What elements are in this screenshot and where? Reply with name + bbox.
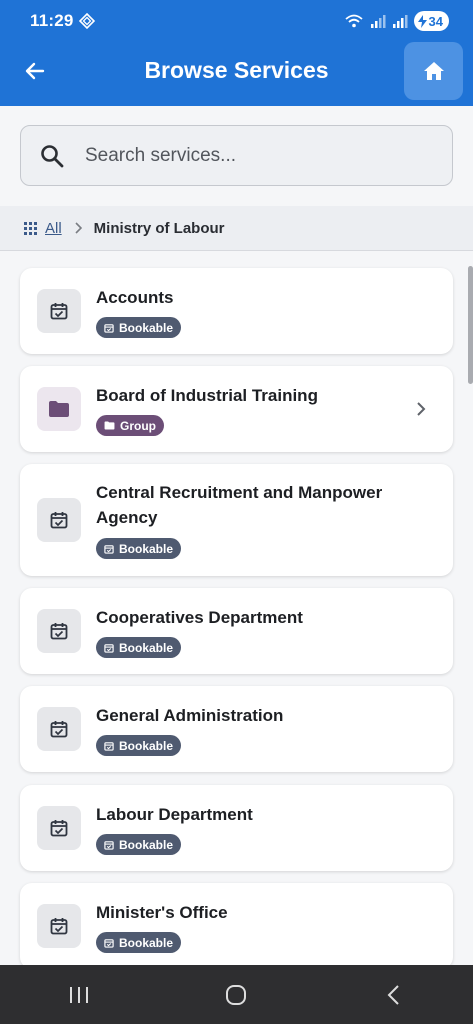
calendar-check-icon (37, 498, 81, 542)
calendar-check-icon (37, 806, 81, 850)
bookable-badge: Bookable (96, 735, 182, 756)
app-bar: 11:29 34 Browse Services (0, 0, 473, 106)
grid-icon (24, 221, 37, 235)
home-button[interactable] (404, 42, 463, 100)
recent-apps-button[interactable] (49, 975, 109, 1015)
bookable-badge: Bookable (96, 932, 182, 953)
service-name: Labour Department (96, 805, 253, 824)
system-nav-bar (0, 965, 473, 1024)
service-name: Minister's Office (96, 903, 228, 922)
charging-icon (417, 14, 427, 28)
page-title: Browse Services (144, 57, 329, 83)
breadcrumb: All Ministry of Labour (0, 206, 473, 251)
status-bar: 11:29 34 (0, 0, 473, 42)
calendar-small-icon (104, 643, 114, 653)
service-name: Board of Industrial Training (96, 386, 318, 405)
calendar-small-icon (104, 741, 114, 751)
service-card[interactable]: Accounts Bookable (20, 268, 453, 354)
breadcrumb-current: Ministry of Labour (93, 219, 225, 237)
bookable-badge: Bookable (96, 637, 182, 658)
badge-label: Bookable (119, 935, 174, 950)
calendar-small-icon (104, 938, 114, 948)
back-chevron-icon (387, 984, 399, 1005)
service-card[interactable]: Board of Industrial Training Group (20, 366, 453, 452)
service-card[interactable]: Central Recruitment and Manpower Agency B… (20, 464, 453, 576)
back-nav-button[interactable] (364, 975, 424, 1015)
home-circle-icon (226, 984, 247, 1005)
breadcrumb-all-link[interactable]: All (24, 220, 62, 237)
diamond-icon (79, 13, 95, 29)
folder-icon (37, 387, 81, 431)
badge-label: Bookable (119, 738, 174, 753)
signal-icon-2 (392, 15, 408, 28)
calendar-small-icon (104, 323, 114, 333)
search-box (20, 125, 453, 186)
service-name: Central Recruitment and Manpower Agency (96, 483, 383, 527)
battery-level: 34 (428, 13, 443, 29)
bookable-badge: Bookable (96, 317, 182, 338)
calendar-check-icon (37, 289, 81, 333)
system-icons: 34 (344, 11, 449, 31)
service-card[interactable]: Cooperatives Department Bookable (20, 588, 453, 674)
calendar-small-icon (104, 840, 114, 850)
calendar-small-icon (104, 544, 114, 554)
badge-label: Bookable (119, 320, 174, 335)
scrollbar[interactable] (468, 266, 473, 384)
badge-label: Group (120, 418, 156, 433)
recent-apps-icon (69, 986, 88, 1003)
badge-label: Bookable (119, 541, 174, 556)
folder-small-icon (104, 421, 115, 430)
calendar-check-icon (37, 904, 81, 948)
bookable-badge: Bookable (96, 538, 182, 559)
calendar-check-icon (37, 609, 81, 653)
calendar-check-icon (37, 707, 81, 751)
service-name: General Administration (96, 706, 284, 725)
service-card[interactable]: General Administration Bookable (20, 686, 453, 772)
service-name: Cooperatives Department (96, 608, 303, 627)
battery-indicator: 34 (413, 11, 449, 31)
bookable-badge: Bookable (96, 834, 182, 855)
search-input[interactable] (85, 144, 425, 167)
group-badge: Group (96, 415, 164, 436)
badge-label: Bookable (119, 837, 174, 852)
service-card[interactable]: Labour Department Bookable (20, 785, 453, 871)
wifi-icon (344, 14, 363, 28)
chevron-right-icon (413, 401, 429, 417)
badge-label: Bookable (119, 640, 174, 655)
signal-icon (370, 15, 386, 28)
service-name: Accounts (96, 288, 174, 307)
search-icon (41, 144, 64, 167)
status-time: 11:29 (30, 11, 74, 30)
home-nav-button[interactable] (206, 975, 266, 1015)
service-card[interactable]: Minister's Office Bookable (20, 883, 453, 969)
chevron-right-icon (74, 222, 82, 234)
breadcrumb-all-label: All (45, 219, 62, 237)
home-icon (423, 62, 444, 80)
